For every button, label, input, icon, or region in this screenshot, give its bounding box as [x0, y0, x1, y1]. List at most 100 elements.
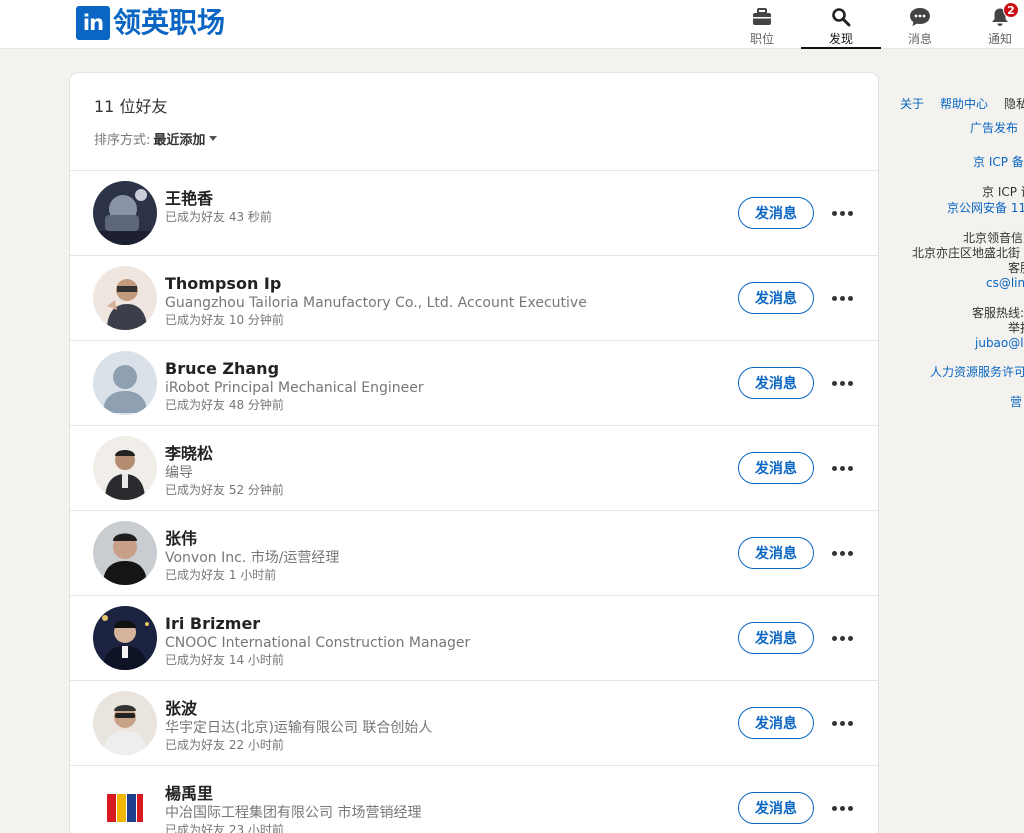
- connection-info: Iri Brizmer CNOOC International Construc…: [165, 614, 725, 668]
- connection-time: 已成为好友 22 小时前: [165, 738, 284, 752]
- more-options-button[interactable]: [826, 199, 858, 227]
- nav-notifications[interactable]: 2 通知: [960, 0, 1024, 49]
- nav-discover[interactable]: 发现: [801, 0, 881, 49]
- connection-row: 楊禹里 中冶国际工程集团有限公司 市场营销经理 已成为好友 23 小时前 发消息: [70, 766, 878, 833]
- more-options-button[interactable]: [826, 369, 858, 397]
- sort-value: 最近添加: [153, 133, 206, 148]
- nav-jobs[interactable]: 职位: [722, 0, 802, 49]
- more-icon: [831, 210, 853, 216]
- more-icon: [831, 465, 853, 471]
- connection-headline: CNOOC International Construction Manager: [165, 635, 471, 651]
- nav-messages[interactable]: 消息: [880, 0, 960, 49]
- connection-info: Thompson Ip Guangzhou Tailoria Manufacto…: [165, 274, 725, 328]
- footer-help-link[interactable]: 帮助中心: [940, 96, 988, 112]
- more-options-button[interactable]: [826, 709, 858, 737]
- connection-info: 张波 华宇定日达(北京)运输有限公司 联合创始人 已成为好友 22 小时前: [165, 699, 725, 753]
- footer-privacy-link[interactable]: 隐私: [1004, 96, 1024, 112]
- connection-row: Thompson Ip Guangzhou Tailoria Manufacto…: [70, 256, 878, 341]
- connection-row: Iri Brizmer CNOOC International Construc…: [70, 596, 878, 681]
- footer-hotline: 客服热线:: [972, 306, 1024, 320]
- more-options-button[interactable]: [826, 624, 858, 652]
- connection-time: 已成为好友 23 小时前: [165, 823, 284, 833]
- connection-headline: 中冶国际工程集团有限公司 市场营销经理: [165, 805, 422, 821]
- send-message-button[interactable]: 发消息: [738, 367, 814, 399]
- sort-row: 排序方式: 最近添加: [94, 129, 878, 148]
- send-message-button[interactable]: 发消息: [738, 707, 814, 739]
- more-options-button[interactable]: [826, 794, 858, 822]
- more-options-button[interactable]: [826, 284, 858, 312]
- connection-row: 张波 华宇定日达(北京)运输有限公司 联合创始人 已成为好友 22 小时前 发消…: [70, 681, 878, 766]
- connection-time: 已成为好友 52 分钟前: [165, 483, 284, 497]
- more-icon: [831, 380, 853, 386]
- more-options-button[interactable]: [826, 539, 858, 567]
- connection-name[interactable]: 王艳香: [165, 189, 725, 209]
- connection-row: Bruce Zhang iRobot Principal Mechanical …: [70, 341, 878, 426]
- connection-name[interactable]: 张波: [165, 699, 725, 719]
- connection-name[interactable]: 张伟: [165, 529, 725, 549]
- connection-name[interactable]: Iri Brizmer: [165, 614, 725, 634]
- bell-icon: 2: [989, 2, 1019, 28]
- logo-text: 领英职场: [113, 6, 226, 39]
- briefcase-icon: [751, 6, 773, 28]
- connection-headline: iRobot Principal Mechanical Engineer: [165, 380, 424, 396]
- connection-time: 已成为好友 43 秒前: [165, 210, 272, 224]
- footer-icp-link[interactable]: 京 ICP 备: [973, 154, 1024, 170]
- connection-time: 已成为好友 1 小时前: [165, 568, 277, 582]
- footer-ads-link[interactable]: 广告发布: [970, 120, 1018, 136]
- send-message-button[interactable]: 发消息: [738, 792, 814, 824]
- connection-headline: Guangzhou Tailoria Manufactory Co., Ltd.…: [165, 295, 587, 311]
- connection-row: 李晓松 编导 已成为好友 52 分钟前 发消息: [70, 426, 878, 511]
- more-options-button[interactable]: [826, 454, 858, 482]
- connections-header: 11 位好友 排序方式: 最近添加: [70, 73, 878, 171]
- avatar[interactable]: [93, 521, 157, 585]
- footer-report: 举报: [1008, 321, 1024, 335]
- sort-dropdown[interactable]: 最近添加: [153, 129, 218, 148]
- connection-time: 已成为好友 48 分钟前: [165, 398, 284, 412]
- more-icon: [831, 295, 853, 301]
- avatar-placeholder[interactable]: [93, 351, 157, 415]
- connection-info: 楊禹里 中冶国际工程集团有限公司 市场营销经理 已成为好友 23 小时前: [165, 784, 725, 833]
- send-message-button[interactable]: 发消息: [738, 197, 814, 229]
- nav-jobs-label: 职位: [749, 32, 774, 46]
- message-icon: [909, 6, 931, 28]
- avatar[interactable]: [93, 266, 157, 330]
- connection-headline: Vonvon Inc. 市场/运营经理: [165, 550, 340, 566]
- connection-info: 张伟 Vonvon Inc. 市场/运营经理 已成为好友 1 小时前: [165, 529, 725, 583]
- linkedin-logo[interactable]: in 领英职场: [76, 5, 225, 41]
- connection-name[interactable]: 楊禹里: [165, 784, 725, 804]
- nav-notifications-label: 通知: [987, 32, 1012, 46]
- sort-label: 排序方式:: [94, 133, 151, 148]
- avatar[interactable]: [93, 691, 157, 755]
- connection-row: 张伟 Vonvon Inc. 市场/运营经理 已成为好友 1 小时前 发消息: [70, 511, 878, 596]
- avatar[interactable]: [93, 181, 157, 245]
- nav-messages-label: 消息: [907, 32, 932, 46]
- avatar[interactable]: [93, 436, 157, 500]
- avatar[interactable]: [93, 606, 157, 670]
- connection-row: 王艳香 已成为好友 43 秒前 发消息: [70, 171, 878, 256]
- connection-info: 王艳香 已成为好友 43 秒前: [165, 189, 725, 225]
- footer-hr-link[interactable]: 人力资源服务许可: [930, 364, 1024, 380]
- connection-name[interactable]: 李晓松: [165, 444, 725, 464]
- connections-count: 11 位好友: [94, 97, 168, 116]
- notification-badge: 2: [1003, 2, 1019, 18]
- send-message-button[interactable]: 发消息: [738, 282, 814, 314]
- footer-business-link[interactable]: 营: [1010, 394, 1022, 410]
- more-icon: [831, 550, 853, 556]
- footer-report-email-link[interactable]: jubao@l: [975, 335, 1024, 351]
- send-message-button[interactable]: 发消息: [738, 452, 814, 484]
- connection-headline: 编导: [165, 465, 193, 481]
- send-message-button[interactable]: 发消息: [738, 622, 814, 654]
- connection-info: 李晓松 编导 已成为好友 52 分钟前: [165, 444, 725, 498]
- footer-links: 关于 帮助中心 隐私 广告发布 京 ICP 备 京 ICP 证 京公网安备 11…: [896, 96, 1024, 426]
- footer-email-link[interactable]: cs@lin: [986, 275, 1024, 291]
- connection-name[interactable]: Bruce Zhang: [165, 359, 725, 379]
- more-icon: [831, 805, 853, 811]
- company-logo-avatar[interactable]: [93, 776, 157, 833]
- footer-about-link[interactable]: 关于: [900, 96, 924, 112]
- connections-card: 11 位好友 排序方式: 最近添加 王艳香 已成为好友 43 秒前 发消息 Th…: [70, 73, 878, 833]
- footer-icp-license: 京 ICP 证: [982, 185, 1024, 199]
- footer-company: 北京领音信息: [963, 231, 1024, 245]
- connection-name[interactable]: Thompson Ip: [165, 274, 725, 294]
- footer-police-link[interactable]: 京公网安备 11: [947, 200, 1024, 216]
- send-message-button[interactable]: 发消息: [738, 537, 814, 569]
